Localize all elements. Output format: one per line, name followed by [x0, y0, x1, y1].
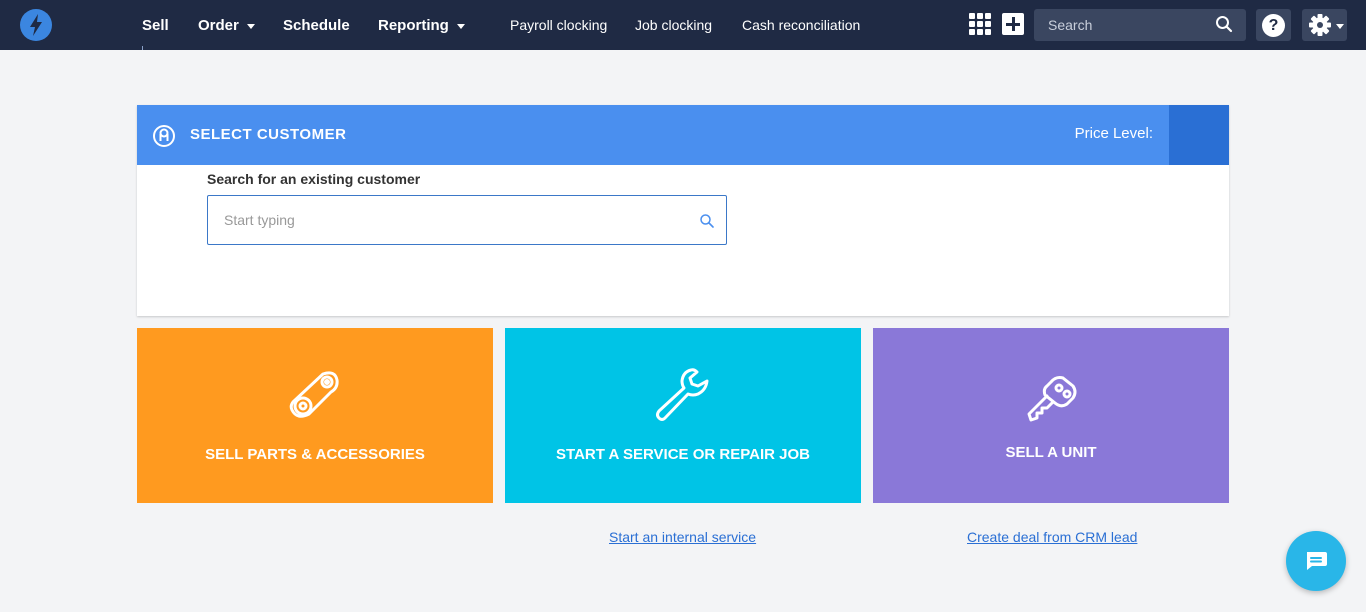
- price-level-label: Price Level:: [1074, 125, 1153, 142]
- customer-search-input[interactable]: [208, 196, 688, 244]
- customer-icon: [153, 125, 175, 147]
- apps-grid-icon[interactable]: [969, 13, 991, 35]
- sell-unit-label: SELL A UNIT: [1005, 444, 1097, 461]
- start-service-label: START A SERVICE OR REPAIR JOB: [556, 446, 810, 463]
- nav-job-clocking-label: Job clocking: [635, 17, 713, 33]
- create-deal-crm-link[interactable]: Create deal from CRM lead: [967, 529, 1137, 545]
- top-navigation-bar: Sell Order Schedule Reporting Payroll cl…: [0, 0, 1366, 50]
- caret-down-icon: [246, 23, 255, 29]
- active-nav-indicator: [142, 46, 143, 50]
- caret-down-icon: [1336, 24, 1344, 29]
- nav-order[interactable]: Order: [198, 0, 255, 50]
- price-level-selector[interactable]: [1169, 105, 1229, 165]
- nav-payroll-clocking-label: Payroll clocking: [510, 17, 608, 33]
- wrench-icon: [656, 368, 709, 421]
- nav-reporting[interactable]: Reporting: [378, 0, 465, 50]
- search-icon[interactable]: [1215, 15, 1233, 33]
- global-search-input[interactable]: [1034, 9, 1214, 41]
- select-customer-header: SELECT CUSTOMER Price Level:: [137, 105, 1229, 165]
- help-icon: ?: [1262, 14, 1285, 37]
- sell-parts-label: SELL PARTS & ACCESSORIES: [205, 446, 425, 463]
- search-icon[interactable]: [699, 213, 715, 229]
- nav-sell[interactable]: Sell: [142, 0, 169, 50]
- settings-button[interactable]: [1302, 9, 1347, 41]
- start-service-tile[interactable]: START A SERVICE OR REPAIR JOB: [505, 328, 861, 503]
- key-icon: [1027, 376, 1077, 422]
- chat-button[interactable]: [1286, 531, 1346, 591]
- select-customer-title: SELECT CUSTOMER: [190, 126, 347, 143]
- gear-icon: [1309, 14, 1331, 36]
- chat-icon: [1307, 552, 1327, 570]
- lightning-logo-icon[interactable]: [20, 9, 52, 41]
- nav-cash-reconciliation-label: Cash reconciliation: [742, 17, 861, 33]
- sell-unit-tile[interactable]: SELL A UNIT: [873, 328, 1229, 503]
- nav-schedule-label: Schedule: [283, 16, 350, 34]
- nav-reporting-label: Reporting: [378, 16, 449, 34]
- nav-job-clocking[interactable]: Job clocking: [635, 0, 712, 50]
- select-customer-panel: SELECT CUSTOMER Price Level: Search for …: [137, 105, 1229, 316]
- nav-payroll-clocking[interactable]: Payroll clocking: [510, 0, 607, 50]
- caret-down-icon: [456, 23, 465, 29]
- nav-sell-label: Sell: [142, 16, 169, 34]
- help-button[interactable]: ?: [1256, 9, 1291, 41]
- plus-icon[interactable]: [1002, 13, 1024, 35]
- customer-search-label: Search for an existing customer: [207, 171, 421, 187]
- nav-order-label: Order: [198, 16, 239, 34]
- sell-parts-tile[interactable]: SELL PARTS & ACCESSORIES: [137, 328, 493, 503]
- nav-cash-reconciliation[interactable]: Cash reconciliation: [742, 0, 860, 50]
- customer-search-field: [207, 195, 727, 245]
- global-search: [1034, 9, 1246, 41]
- parts-chain-icon: [289, 371, 339, 418]
- nav-schedule[interactable]: Schedule: [283, 0, 350, 50]
- start-internal-service-link[interactable]: Start an internal service: [609, 529, 756, 545]
